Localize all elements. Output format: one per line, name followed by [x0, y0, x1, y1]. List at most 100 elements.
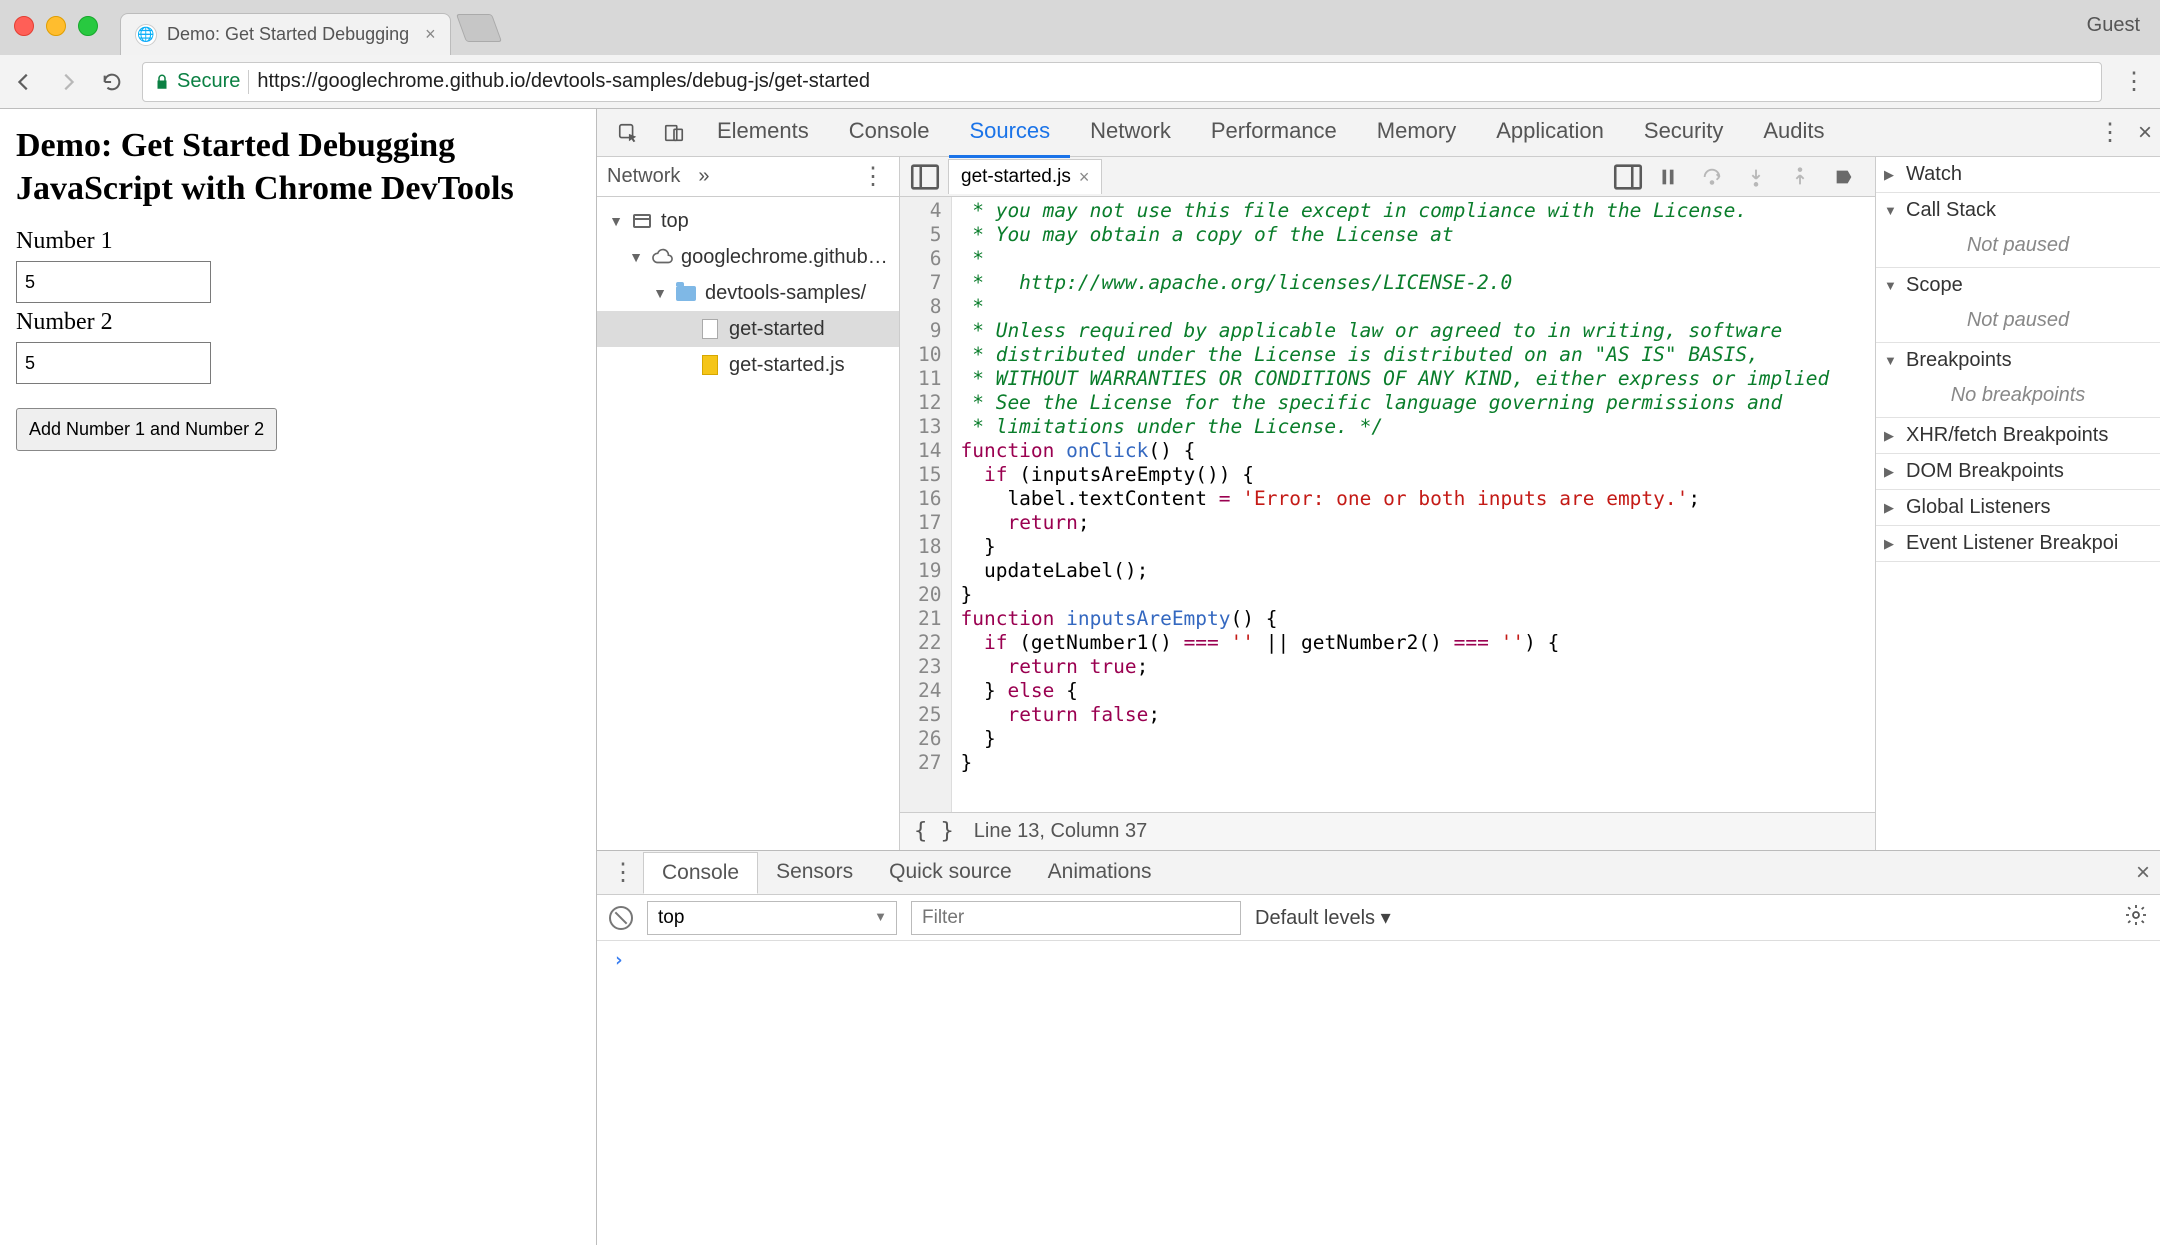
sources-navigator: Network » ⋮ ▼ top ▼ googlechrome.github…	[597, 157, 900, 850]
devtools-tabbar: ElementsConsoleSourcesNetworkPerformance…	[597, 109, 2160, 157]
console-output[interactable]	[597, 941, 2160, 1245]
drawer-close-button[interactable]: ×	[2136, 859, 2150, 887]
devtools-tab-sources[interactable]: Sources	[949, 107, 1070, 158]
code-area[interactable]: 4567891011121314151617181920212223242526…	[900, 197, 1875, 812]
navigator-menu-button[interactable]: ⋮	[857, 161, 889, 193]
drawer-tab-quick-source[interactable]: Quick source	[871, 852, 1030, 893]
page-content: Demo: Get Started Debugging JavaScript w…	[0, 109, 597, 1245]
debugger-section-call-stack[interactable]: ▼Call Stack	[1876, 193, 2160, 228]
number1-input[interactable]	[16, 261, 211, 303]
tree-file-html[interactable]: get-started	[597, 311, 899, 347]
console-toolbar: top Default levels ▾	[597, 895, 2160, 941]
cursor-position: Line 13, Column 37	[974, 820, 1147, 843]
toggle-navigator-button[interactable]	[908, 161, 942, 193]
number2-input[interactable]	[16, 342, 211, 384]
folder-icon	[676, 286, 696, 301]
page-title: Demo: Get Started Debugging JavaScript w…	[16, 125, 580, 210]
drawer-tabbar: ⋮ ConsoleSensorsQuick sourceAnimations ×	[597, 851, 2160, 895]
cloud-icon	[651, 246, 673, 268]
devtools-menu-button[interactable]: ⋮	[2094, 117, 2126, 149]
window-controls	[14, 16, 98, 36]
log-levels-dropdown[interactable]: Default levels ▾	[1255, 905, 1391, 930]
drawer-tab-console[interactable]: Console	[643, 852, 758, 894]
console-drawer: ⋮ ConsoleSensorsQuick sourceAnimations ×…	[597, 850, 2160, 1245]
devtools-tab-application[interactable]: Application	[1476, 107, 1624, 158]
devtools-close-button[interactable]: ×	[2138, 119, 2152, 147]
lock-icon	[153, 73, 171, 91]
console-prompt[interactable]	[613, 949, 2144, 971]
browser-toolbar: Secure https://googlechrome.github.io/de…	[0, 55, 2160, 109]
browser-menu-button[interactable]: ⋮	[2118, 66, 2150, 98]
drawer-menu-button[interactable]: ⋮	[607, 857, 639, 889]
drawer-tab-animations[interactable]: Animations	[1030, 852, 1170, 893]
browser-tab[interactable]: 🌐 Demo: Get Started Debugging ×	[120, 13, 451, 55]
devtools-tab-memory[interactable]: Memory	[1357, 107, 1476, 158]
step-over-button[interactable]	[1697, 162, 1727, 192]
console-context-select[interactable]: top	[647, 901, 897, 935]
debugger-section-watch[interactable]: ▶Watch	[1876, 157, 2160, 192]
number2-label: Number 2	[16, 309, 580, 336]
globe-icon: 🌐	[135, 24, 157, 46]
js-file-icon	[702, 355, 718, 375]
console-filter-input[interactable]	[911, 901, 1241, 935]
navigator-overflow-button[interactable]: »	[698, 165, 709, 188]
debugger-section-global-listeners[interactable]: ▶Global Listeners	[1876, 490, 2160, 525]
device-toolbar-button[interactable]	[651, 113, 697, 153]
back-button[interactable]	[10, 68, 38, 96]
devtools-tab-security[interactable]: Security	[1624, 107, 1743, 158]
gear-icon	[2124, 903, 2148, 927]
pause-button[interactable]	[1653, 162, 1683, 192]
new-tab-button[interactable]	[456, 14, 502, 42]
close-icon[interactable]: ×	[425, 24, 436, 45]
window-close-button[interactable]	[14, 16, 34, 36]
navigator-view-network[interactable]: Network	[607, 165, 680, 188]
tree-folder[interactable]: ▼ devtools-samples/	[597, 275, 899, 311]
step-out-button[interactable]	[1785, 162, 1815, 192]
clear-console-button[interactable]	[609, 906, 633, 930]
secure-indicator: Secure	[153, 70, 240, 93]
close-icon[interactable]: ×	[1079, 167, 1090, 188]
devtools-tab-network[interactable]: Network	[1070, 107, 1191, 158]
forward-button[interactable]	[54, 68, 82, 96]
tree-top-frame[interactable]: ▼ top	[597, 203, 899, 239]
editor-status-bar: { } Line 13, Column 37	[900, 812, 1875, 850]
debugger-section-breakpoints[interactable]: ▼Breakpoints	[1876, 343, 2160, 378]
deactivate-breakpoints-button[interactable]	[1829, 162, 1859, 192]
devtools: ElementsConsoleSourcesNetworkPerformance…	[597, 109, 2160, 1245]
console-settings-button[interactable]	[2124, 903, 2148, 932]
debugger-section-xhr-fetch-breakpoints[interactable]: ▶XHR/fetch Breakpoints	[1876, 418, 2160, 453]
devtools-tab-audits[interactable]: Audits	[1743, 107, 1844, 158]
add-button[interactable]: Add Number 1 and Number 2	[16, 408, 277, 451]
file-icon	[702, 319, 718, 339]
devtools-tab-console[interactable]: Console	[829, 107, 950, 158]
debugger-section-scope[interactable]: ▼Scope	[1876, 268, 2160, 303]
tree-file-js[interactable]: get-started.js	[597, 347, 899, 383]
navigator-tabs: Network » ⋮	[597, 157, 899, 197]
source-editor: get-started.js ×	[900, 157, 1875, 850]
drawer-tab-sensors[interactable]: Sensors	[758, 852, 871, 893]
editor-tabbar: get-started.js ×	[900, 157, 1875, 197]
window-minimize-button[interactable]	[46, 16, 66, 36]
reload-button[interactable]	[98, 68, 126, 96]
toggle-debugger-pane-button[interactable]	[1611, 161, 1645, 193]
devtools-tab-elements[interactable]: Elements	[697, 107, 829, 158]
devtools-tab-performance[interactable]: Performance	[1191, 107, 1357, 158]
tab-title: Demo: Get Started Debugging	[167, 24, 409, 45]
inspect-element-button[interactable]	[605, 113, 651, 153]
url-text: https://googlechrome.github.io/devtools-…	[257, 70, 870, 93]
file-tree: ▼ top ▼ googlechrome.github… ▼ devtools-…	[597, 197, 899, 389]
tree-origin[interactable]: ▼ googlechrome.github…	[597, 239, 899, 275]
editor-tab[interactable]: get-started.js ×	[948, 159, 1102, 194]
step-into-button[interactable]	[1741, 162, 1771, 192]
pretty-print-button[interactable]: { }	[914, 819, 954, 844]
window-maximize-button[interactable]	[78, 16, 98, 36]
debugger-section-dom-breakpoints[interactable]: ▶DOM Breakpoints	[1876, 454, 2160, 489]
debugger-controls	[1645, 162, 1867, 192]
divider	[248, 70, 249, 94]
debugger-pane: ▶Watch▼Call StackNot paused▼ScopeNot pau…	[1875, 157, 2160, 850]
address-bar[interactable]: Secure https://googlechrome.github.io/de…	[142, 62, 2102, 102]
browser-tabstrip: 🌐 Demo: Get Started Debugging × Guest	[0, 0, 2160, 55]
number1-label: Number 1	[16, 228, 580, 255]
debugger-section-event-listener-breakpoi[interactable]: ▶Event Listener Breakpoi	[1876, 526, 2160, 561]
profile-label[interactable]: Guest	[2087, 14, 2140, 37]
